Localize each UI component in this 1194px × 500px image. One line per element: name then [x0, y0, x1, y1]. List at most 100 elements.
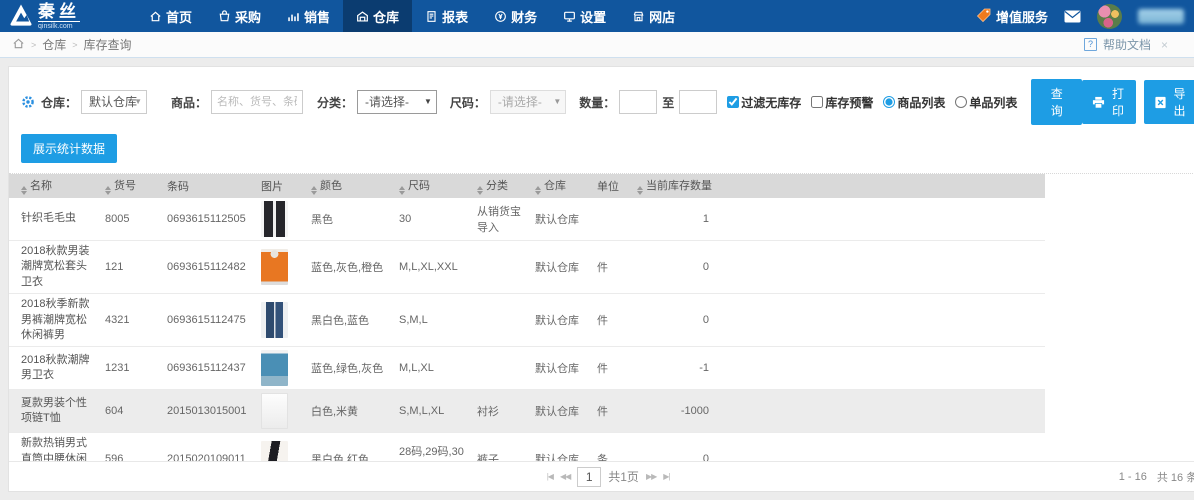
cell-image [257, 198, 307, 241]
cell-image [257, 389, 307, 434]
nav-item-home[interactable]: 首页 [136, 0, 205, 32]
nav-item-label: 仓库 [373, 9, 400, 25]
nav-item-report[interactable]: 报表 [412, 0, 481, 32]
col-header-warehouse[interactable]: 仓库 [531, 174, 593, 198]
product-image[interactable] [261, 393, 288, 430]
breadcrumb: > 仓库 > 库存查询 ? 帮助文档 × [0, 32, 1194, 58]
cell-barcode: 0693615112482 [163, 240, 257, 295]
record-total-label: 共 16 条 [1156, 471, 1194, 484]
cell-category [473, 240, 531, 295]
col-header-sizes[interactable]: 尺码 [395, 174, 473, 198]
col-header-colors[interactable]: 颜色 [307, 174, 395, 198]
stock-warning-checkbox[interactable] [811, 96, 824, 108]
quantity-min-input[interactable] [619, 90, 658, 114]
nav-item-settings[interactable]: 设置 [550, 0, 619, 32]
col-header-qty[interactable]: 当前库存数量 [633, 174, 715, 198]
col-header-barcode: 条码 [163, 174, 257, 198]
table-row[interactable]: 2018秋季新款男裤潮牌宽松休闲裤男 4321 0693615112475 黑白色,蓝… [9, 293, 1045, 348]
cell-colors: 白色,米黄 [307, 389, 395, 434]
table-row[interactable]: 针织毛毛虫 8005 0693615112505 黑色 30 从销货宝导入 默认仓库 1 [9, 198, 1045, 241]
col-header-sku[interactable]: 货号 [101, 174, 163, 198]
brand-name: 秦丝 [38, 1, 80, 22]
table-row[interactable]: 新款热销男式直筒中腰休闲裤5962015020109011 黑白色,红色28码,2… [9, 432, 1045, 461]
cell-qty: 0 [633, 293, 715, 348]
warehouse-select[interactable]: 默认仓库 ▼ [81, 90, 148, 114]
prev-page-icon[interactable]: ◀◀ [560, 472, 571, 481]
nav-item-sales[interactable]: 销售 [274, 0, 343, 32]
total-pages-label: 共1页 [608, 470, 639, 484]
filter-no-stock-checkbox[interactable] [727, 96, 740, 108]
nav-item-finance[interactable]: 财务 [481, 0, 550, 32]
nav-item-warehouse[interactable]: 仓库 [343, 0, 413, 32]
product-search-input[interactable] [211, 90, 304, 114]
next-page-icon[interactable]: ▶▶ [646, 472, 657, 481]
nav-item-purchase[interactable]: 采购 [205, 0, 274, 32]
cell-qty: 1 [633, 198, 715, 241]
product-image[interactable] [261, 350, 288, 387]
stock-warning-option[interactable]: 库存预警 [811, 94, 873, 111]
single-list-radio[interactable] [955, 96, 968, 108]
breadcrumb-warehouse[interactable]: 仓库 [42, 36, 66, 53]
cell-name: 2018秋款男装潮牌宽松套头卫衣 [9, 240, 101, 295]
cell-sizes: S,M,L [395, 293, 473, 348]
category-label: 分类： [317, 95, 354, 110]
messages-icon[interactable] [1064, 10, 1081, 23]
export-button[interactable]: 导出 [1143, 80, 1194, 124]
cell-unit: 件 [593, 293, 633, 348]
cell-sizes: M,L,XL,XXL [395, 240, 473, 295]
cell-colors: 黑色 [307, 198, 395, 241]
first-page-icon[interactable]: |◀ [547, 472, 554, 481]
inventory-table: 名称 货号 条码 图片 颜色 尺码 分类 仓库 单位 当前库存数量 针织毛毛虫 8005 069361… [9, 174, 1045, 461]
user-avatar[interactable] [1097, 3, 1122, 29]
print-button[interactable]: 打印 [1082, 80, 1136, 124]
quantity-label: 数量： [579, 95, 616, 110]
cell-image [257, 432, 307, 461]
product-image[interactable] [261, 302, 288, 339]
stock-query-panel: 仓库： 默认仓库▼ 商品： 分类： -请选择-▼ 尺码： -请选择-▼ 数量： … [8, 66, 1194, 492]
product-image[interactable] [261, 201, 288, 237]
product-list-option[interactable]: 商品列表 [883, 94, 945, 111]
nav-item-label: 首页 [166, 9, 193, 25]
nav-item-shop[interactable]: 网店 [619, 0, 688, 32]
show-stats-button[interactable]: 展示统计数据 [21, 134, 118, 163]
cell-qty: 0 [633, 240, 715, 295]
gear-icon[interactable] [21, 95, 35, 109]
table-row[interactable]: 2018秋款潮牌男卫衣 1231 0693615112437 蓝色,绿色,灰色 M,L,… [9, 346, 1045, 391]
table-row[interactable]: 夏款男装个性项链T恤 604 2015013015001 白色,米黄 S,M,L,XL 衬… [9, 389, 1045, 434]
brand-logo[interactable]: 秦丝 qinsilk.com [8, 2, 136, 31]
close-help-icon[interactable]: × [1161, 38, 1168, 52]
category-select[interactable]: -请选择- ▼ [357, 90, 437, 114]
current-page-box[interactable]: 1 [577, 466, 602, 487]
sales-icon [287, 10, 300, 23]
product-image[interactable] [261, 249, 288, 286]
col-header-category[interactable]: 分类 [473, 174, 531, 198]
cell-filler [715, 432, 1045, 461]
cell-unit [593, 198, 633, 241]
cell-unit: 件 [593, 346, 633, 391]
last-page-icon[interactable]: ▶| [663, 472, 670, 481]
help-doc-link[interactable]: 帮助文档 [1103, 36, 1151, 53]
nav-item-label: 销售 [304, 9, 331, 25]
sort-icon [21, 186, 27, 195]
cell-barcode: 2015013015001 [163, 389, 257, 434]
value-added-services-link[interactable]: 增值服务 [976, 7, 1048, 26]
home-icon[interactable] [12, 37, 25, 53]
product-image[interactable] [261, 441, 288, 461]
search-button[interactable]: 查询 [1031, 79, 1083, 125]
filter-no-stock-option[interactable]: 过滤无库存 [727, 94, 801, 111]
nav-item-label: 报表 [442, 9, 469, 25]
quantity-max-input[interactable] [679, 90, 718, 114]
to-label: 至 [662, 95, 675, 110]
table-row[interactable]: 2018秋款男装潮牌宽松套头卫衣 121 0693615112482 蓝色,灰色,橙色… [9, 240, 1045, 295]
cell-qty: -1000 [633, 389, 715, 434]
product-list-radio[interactable] [883, 96, 896, 108]
shop-icon [632, 10, 645, 23]
single-list-option[interactable]: 单品列表 [955, 94, 1017, 111]
col-header-name[interactable]: 名称 [9, 174, 101, 198]
breadcrumb-stock-query: 库存查询 [83, 38, 132, 52]
cell-warehouse: 默认仓库 [531, 293, 593, 348]
filter-bar: 仓库： 默认仓库▼ 商品： 分类： -请选择-▼ 尺码： -请选择-▼ 数量： … [9, 67, 1194, 125]
cell-filler [715, 293, 1045, 348]
chevron-down-icon: ▼ [553, 97, 562, 106]
size-select[interactable]: -请选择- ▼ [489, 90, 567, 114]
